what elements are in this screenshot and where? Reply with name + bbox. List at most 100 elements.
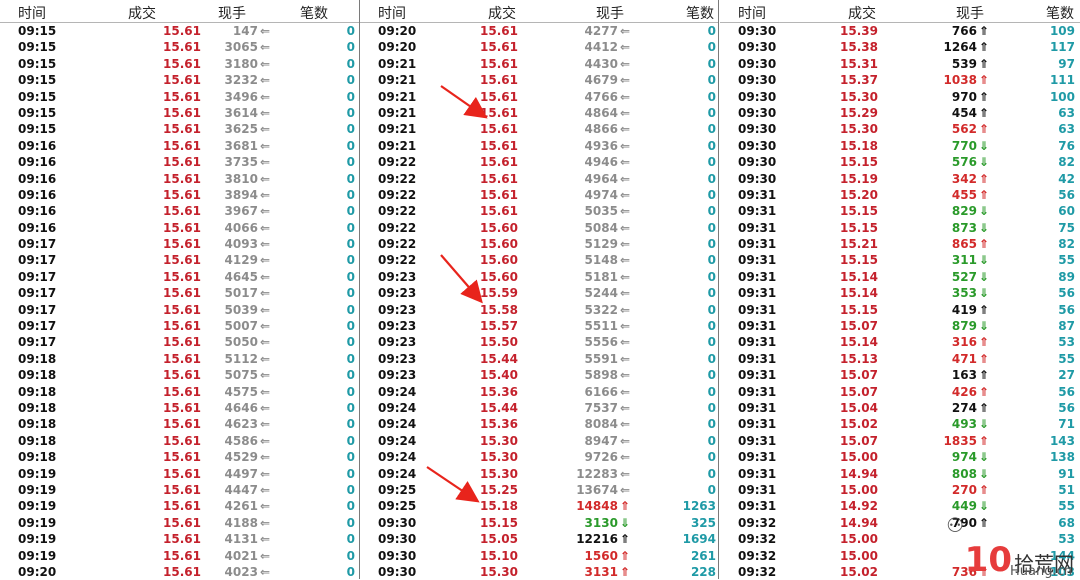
arrow-up-icon: ⇑ (978, 302, 989, 317)
header-vol: 现手 (596, 6, 624, 22)
tick-row: 09:31 15.14 527 ⇓ 89 (720, 269, 1080, 285)
tick-time: 09:16 (18, 220, 57, 235)
tick-price: 15.00 (840, 450, 878, 465)
tick-volume: 4645 ⇐ (224, 269, 270, 284)
tick-volume: 4277 ⇐ (584, 24, 630, 38)
tick-count: 82 (1058, 155, 1075, 170)
tick-time: 09:21 (378, 89, 417, 104)
tick-volume: 163 ⇑ (951, 368, 989, 383)
arrow-left-icon: ⇐ (619, 433, 630, 448)
tick-volume: 4129 ⇐ (224, 253, 270, 268)
tick-price: 15.29 (840, 105, 878, 120)
arrow-left-icon: ⇐ (619, 302, 630, 317)
arrow-down-icon: ⇓ (978, 499, 989, 514)
tick-row: 09:17 15.61 5007 ⇐ 0 (0, 318, 359, 334)
tick-volume: 5322 ⇐ (584, 302, 630, 317)
tick-row: 09:25 15.18 14848 ⇑ 1263 (360, 498, 718, 514)
tick-row: 09:16 15.61 4066 ⇐ 0 (0, 220, 359, 236)
tick-count: 0 (346, 73, 355, 88)
tick-time: 09:30 (738, 122, 777, 137)
tick-row: 09:22 15.61 4946 ⇐ 0 (360, 154, 718, 170)
tick-volume: 5017 ⇐ (224, 286, 270, 301)
tick-time: 09:30 (738, 138, 777, 153)
arrow-up-icon: ⇑ (619, 499, 630, 514)
tick-row: 09:30 15.10 1560 ⇑ 261 (360, 548, 718, 564)
tick-price: 15.15 (840, 302, 878, 317)
tick-price: 15.19 (840, 171, 878, 186)
tick-count: 0 (346, 138, 355, 153)
tick-price: 15.07 (840, 368, 878, 383)
tick-row: 09:31 15.14 316 ⇑ 53 (720, 334, 1080, 350)
tick-volume: 8084 ⇐ (584, 417, 630, 432)
tick-row: 09:31 15.07 426 ⇑ 56 (720, 384, 1080, 400)
tick-time: 09:30 (738, 73, 777, 88)
tick-time: 09:18 (18, 417, 57, 432)
tick-volume: 4586 ⇐ (224, 433, 270, 448)
tick-row: 09:22 15.60 5148 ⇐ 0 (360, 252, 718, 268)
tick-count: 0 (707, 89, 716, 104)
tick-row: 09:32 14.94 790 ⇑ 68 (720, 515, 1080, 531)
tick-time: 09:24 (378, 417, 417, 432)
tick-row: 09:21 15.61 4430 ⇐ 0 (360, 56, 718, 72)
tick-count: 51 (1058, 482, 1075, 497)
tick-count: 71 (1058, 417, 1075, 432)
tick-row: 09:18 15.61 5112 ⇐ 0 (0, 351, 359, 367)
tick-price: 15.59 (480, 286, 518, 301)
arrow-up-icon: ⇑ (978, 122, 989, 137)
tick-volume: 5556 ⇐ (584, 335, 630, 350)
tick-row: 09:16 15.61 3681 ⇐ 0 (0, 138, 359, 154)
tick-volume: 3625 ⇐ (224, 122, 270, 137)
tick-time: 09:30 (738, 56, 777, 71)
tick-count: 87 (1058, 319, 1075, 334)
tick-count: 0 (346, 466, 355, 481)
tick-time: 09:31 (738, 286, 777, 301)
tick-volume: 5084 ⇐ (584, 220, 630, 235)
column-header: 时间 成交 现手 笔数 (720, 0, 1080, 23)
tick-price: 14.92 (840, 499, 878, 514)
tick-price: 15.61 (480, 171, 518, 186)
tick-time: 09:22 (378, 155, 417, 170)
tick-time: 09:21 (378, 56, 417, 71)
tick-price: 15.14 (840, 286, 878, 301)
watermark-domain: Huang.cn (1010, 564, 1072, 579)
tick-count: 0 (707, 24, 716, 38)
arrow-down-icon: ⇓ (978, 319, 989, 334)
tick-time: 09:30 (738, 89, 777, 104)
tick-volume: 4964 ⇐ (584, 171, 630, 186)
tick-volume: 353 ⇓ (951, 286, 989, 301)
tick-count: 0 (346, 253, 355, 268)
tick-count: 0 (707, 433, 716, 448)
tick-time: 09:15 (18, 122, 57, 137)
tick-price: 15.61 (480, 40, 518, 55)
header-count: 笔数 (1046, 6, 1074, 22)
tick-price: 15.61 (163, 204, 201, 219)
tick-volume: 5591 ⇐ (584, 351, 630, 366)
tick-volume: 770 ⇓ (951, 138, 989, 153)
tick-price: 15.15 (480, 515, 518, 530)
tick-count: 325 (690, 515, 716, 530)
tick-time: 09:24 (378, 466, 417, 481)
tick-count: 63 (1058, 122, 1075, 137)
arrow-left-icon: ⇐ (259, 302, 270, 317)
tick-row: 09:30 15.19 342 ⇑ 42 (720, 171, 1080, 187)
arrow-left-icon: ⇐ (619, 56, 630, 71)
tick-row: 09:31 15.15 419 ⇑ 56 (720, 302, 1080, 318)
tick-price: 15.25 (480, 482, 518, 497)
tick-row: 09:18 15.61 4529 ⇐ 0 (0, 449, 359, 465)
arrow-up-icon: ⇑ (978, 56, 989, 71)
tick-time: 09:21 (378, 105, 417, 120)
tick-time: 09:23 (378, 319, 417, 334)
tick-time: 09:24 (378, 450, 417, 465)
tick-time: 09:30 (738, 105, 777, 120)
tick-volume: 4430 ⇐ (584, 56, 630, 71)
tick-time: 09:32 (738, 548, 777, 563)
tick-volume: 4646 ⇐ (224, 400, 270, 415)
tick-row: 09:30 15.15 3130 ⇓ 325 (360, 515, 718, 531)
tick-price: 15.00 (840, 532, 878, 547)
tick-count: 0 (346, 286, 355, 301)
tick-count: 0 (346, 269, 355, 284)
arrow-up-icon: ⇑ (978, 400, 989, 415)
tick-count: 1694 (682, 532, 716, 547)
tick-row: 09:31 15.04 274 ⇑ 56 (720, 400, 1080, 416)
tick-price: 15.61 (163, 351, 201, 366)
